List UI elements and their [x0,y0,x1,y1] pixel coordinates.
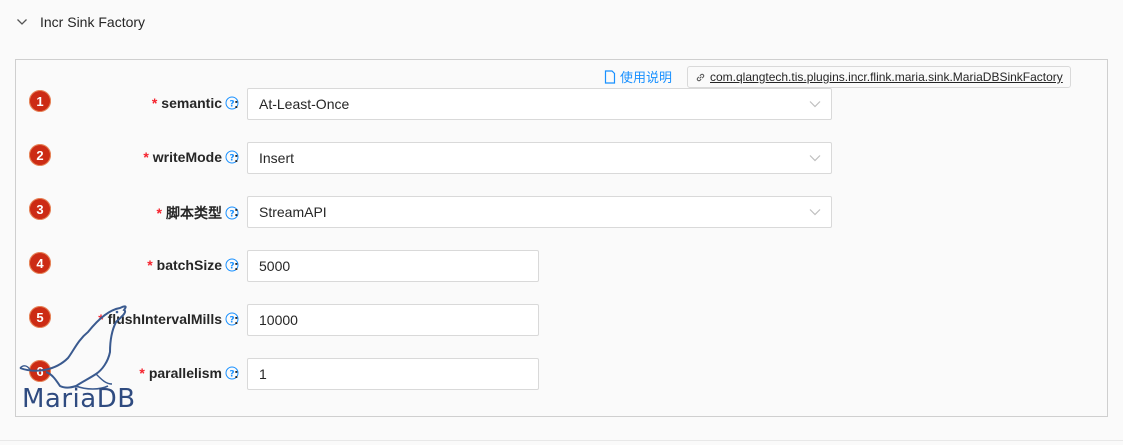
file-icon [604,69,616,84]
chevron-down-icon [809,101,821,108]
script-type-select[interactable]: StreamAPI [247,196,832,228]
field-label-semantic: * semantic ? [152,95,239,111]
field-label-batchsize: * batchSize ? [147,257,239,273]
field-label-text: batchSize [156,257,222,273]
required-mark: * [143,149,149,165]
select-value: StreamAPI [259,204,327,220]
step-badge: 1 [29,90,51,112]
divider [0,440,1123,441]
form-row-flushintervalmills: 5 * flushIntervalMills ? : 10000 [0,300,1123,340]
required-mark: * [151,95,158,111]
step-badge: 3 [29,198,51,220]
form-row-batchsize: 4 * batchSize ? : 5000 [0,246,1123,286]
select-value: At-Least-Once [259,96,350,112]
label-colon: : [234,149,239,165]
field-label-writemode: * writeMode ? [143,149,239,165]
field-label-parallelism: * parallelism ? [139,365,239,381]
flushintervalmills-input[interactable]: 10000 [247,304,539,336]
form-row-parallelism: 6 * parallelism ? : 1 [0,354,1123,394]
chevron-down-icon[interactable] [16,16,28,28]
chevron-down-icon [809,155,821,162]
label-colon: : [234,203,239,219]
label-colon: : [234,365,239,381]
step-badge: 2 [29,144,51,166]
step-badge: 4 [29,252,51,274]
plugin-class-name: com.qlangtech.tis.plugins.incr.flink.mar… [710,70,1063,84]
form-row-script-type: 3 * 脚本类型 ? : StreamAPI [0,192,1123,232]
required-mark: * [147,257,153,273]
field-label-text: 脚本类型 [166,205,222,221]
field-label-text: writeMode [152,149,222,165]
form-row-semantic: 1 * semantic ? : At-Least-Once [0,84,1123,124]
select-value: Insert [259,150,295,166]
panel-header[interactable]: Incr Sink Factory [0,0,1123,46]
chevron-down-icon [809,209,821,216]
mariadb-logo-text: MariaDB [22,384,136,414]
field-label-script-type: * 脚本类型 ? [157,203,239,223]
field-label-text: semantic [161,95,222,111]
field-label-text: parallelism [148,365,222,381]
required-mark: * [156,205,162,221]
label-colon: : [234,95,239,111]
batchsize-input[interactable]: 5000 [247,250,539,282]
semantic-select[interactable]: At-Least-Once [247,88,832,120]
link-icon [696,73,705,81]
parallelism-input[interactable]: 1 [247,358,539,390]
writemode-select[interactable]: Insert [247,142,832,174]
label-colon: : [234,257,239,273]
panel-title: Incr Sink Factory [40,14,146,30]
form-row-writemode: 2 * writeMode ? : Insert [0,138,1123,178]
label-colon: : [234,311,239,327]
